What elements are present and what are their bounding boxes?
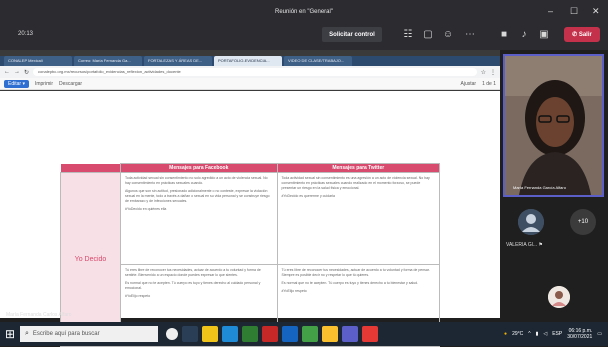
user-icon [518, 209, 544, 235]
row-label-yo-decido: Yo Decido [60, 172, 121, 347]
app-icon[interactable] [362, 326, 378, 342]
close-window-button[interactable]: ✕ [592, 6, 600, 17]
speaker-video-tile[interactable]: María Fernanda García Alfaro [503, 54, 604, 197]
teams-icon[interactable] [342, 326, 358, 342]
language-indicator[interactable]: ESP [552, 331, 562, 337]
page-indicator: 1 de 1 [482, 80, 496, 87]
message-paragraph: Tú eres libre de reconocer tus necesidad… [125, 268, 261, 277]
speaker-video-image [505, 56, 602, 195]
file-explorer-icon[interactable] [202, 326, 218, 342]
word-icon[interactable] [282, 326, 298, 342]
excel-icon[interactable] [302, 326, 318, 342]
minimize-button[interactable]: – [548, 6, 553, 16]
shared-screen: CONALEP Mexicali Correo: María Fernanda … [0, 50, 500, 347]
presenter-name-label: María Fernanda Carlos Alfaro [6, 312, 72, 318]
address-bar-row: ← → ↻ conalepbc.org.mx/recursos/portafol… [0, 66, 500, 78]
weather-icon: ● [504, 331, 508, 337]
message-paragraph: Tú eres libre de reconocer tus necesidad… [281, 268, 430, 277]
message-hashtag: #YoDecido en quiénes ella [125, 207, 167, 211]
facebook-message-1: Toda actividad sexual sin consentimiento… [120, 172, 278, 265]
forward-icon[interactable]: → [14, 69, 20, 75]
message-paragraph: Es normal que no te acepten. Tú cuerpo e… [125, 281, 261, 290]
chat-icon[interactable]: ▢ [420, 27, 436, 42]
weather-temp: 29°C [512, 331, 524, 337]
reload-icon[interactable]: ↻ [24, 69, 29, 76]
volume-icon[interactable]: ◁ [543, 331, 547, 337]
twitter-message-1: Toda actividad sexual sin consentimiento… [276, 172, 441, 265]
participant-name: VALERIA Gl... ⚑ [506, 242, 543, 248]
message-paragraph: Algunos que son sin actitud, presionado … [125, 189, 270, 203]
cortana-icon[interactable] [166, 328, 178, 340]
browser-tab[interactable]: FORTALEZAS Y ÁREAS DE... [144, 56, 212, 66]
windows-taskbar: ⊞ ⌕ Escribe aquí para buscar ● 29°C ^ ▮ … [0, 322, 608, 346]
document-page: Mensajes para Facebook Mensajes para Twi… [0, 91, 500, 347]
microphone-icon[interactable]: ♪ [516, 27, 532, 42]
meeting-title: Reunión en "General" [275, 9, 333, 15]
camera-icon[interactable]: ■ [496, 27, 512, 42]
extensions-icon[interactable]: ⋮ [490, 69, 496, 76]
system-tray: ● 29°C ^ ▮ ◁ ESP 06:16 p.m. 30/07/2021 ▭ [504, 328, 608, 340]
message-hashtag: #YoElijo respeto [125, 294, 151, 298]
column-header-twitter: Mensajes para Twitter [276, 163, 441, 173]
search-placeholder: Escribe aquí para buscar [32, 331, 100, 337]
chrome-icon[interactable] [322, 326, 338, 342]
tray-arrow-icon[interactable]: ^ [528, 331, 530, 337]
profile-photo [548, 286, 570, 308]
star-icon[interactable]: ☆ [481, 69, 486, 76]
leave-label: Salir [578, 31, 592, 38]
browser-tab[interactable]: Correo: María Fernanda Ga... [74, 56, 142, 66]
zoom-control[interactable]: Ajustar [461, 81, 477, 87]
taskbar-search[interactable]: ⌕ Escribe aquí para buscar [20, 326, 158, 342]
url-input[interactable]: conalepbc.org.mx/recursos/portafolio_evi… [33, 68, 477, 76]
notifications-icon[interactable]: ▭ [597, 331, 602, 337]
clock-date: 30/07/2021 [567, 334, 593, 340]
task-view-icon[interactable] [182, 326, 198, 342]
search-icon: ⌕ [25, 330, 29, 337]
message-hashtag: #YoElijo respeto [281, 289, 307, 293]
clock[interactable]: 06:16 p.m. 30/07/2021 [567, 328, 592, 340]
browser-tab-strip: CONALEP Mexicali Correo: María Fernanda … [0, 56, 500, 66]
more-participants-chip[interactable]: +10 [570, 209, 596, 235]
message-paragraph: Toda actividad sexual sin consentimiento… [125, 176, 268, 185]
office-icon[interactable] [262, 326, 278, 342]
edit-button[interactable]: Editar ▾ [4, 79, 29, 88]
document-toolbar: Editar ▾ Imprimir Descargar Ajustar 1 de… [0, 78, 500, 90]
message-paragraph: Toda actividad sexual sin consentimiento… [281, 176, 430, 190]
meeting-header: Reunión en "General" – ☐ ✕ 20:13 Solicit… [0, 0, 608, 50]
message-hashtag: #YoDecido es quererme y cuidarla [281, 194, 335, 198]
browser-tab-active[interactable]: PORTAFOLIO-EVIDENCIA... [214, 56, 282, 66]
speaker-name-caption: María Fernanda García Alfaro [513, 185, 566, 190]
column-header-facebook: Mensajes para Facebook [120, 163, 278, 173]
table-corner [60, 163, 121, 173]
store-icon[interactable] [242, 326, 258, 342]
participant-avatar[interactable] [548, 286, 570, 308]
browser-tab[interactable]: CONALEP Mexicali [4, 56, 72, 66]
back-icon[interactable]: ← [4, 69, 10, 75]
more-options-icon[interactable]: ⋯ [462, 27, 478, 42]
edge-icon[interactable] [222, 326, 238, 342]
share-screen-icon[interactable]: ▣ [536, 27, 552, 42]
print-button[interactable]: Imprimir [35, 81, 53, 87]
meeting-timer: 20:13 [18, 31, 34, 37]
windows-start-icon[interactable]: ⊞ [0, 327, 20, 341]
participant-avatar[interactable] [518, 209, 544, 235]
network-icon[interactable]: ▮ [536, 331, 539, 337]
request-control-button[interactable]: Solicitar control [322, 27, 382, 42]
browser-tab[interactable]: VIDEO DE CLASE/TRABAJO... [284, 56, 352, 66]
messages-table: Mensajes para Facebook Mensajes para Twi… [60, 163, 441, 347]
participants-icon[interactable]: ☷ [400, 27, 416, 42]
reactions-icon[interactable]: ☺ [440, 27, 456, 42]
download-button[interactable]: Descargar [59, 81, 82, 87]
message-paragraph: Es normal que no te acepten. Tú cuerpo e… [281, 281, 419, 285]
leave-button[interactable]: ✆ Salir [564, 27, 600, 42]
maximize-button[interactable]: ☐ [570, 6, 578, 17]
